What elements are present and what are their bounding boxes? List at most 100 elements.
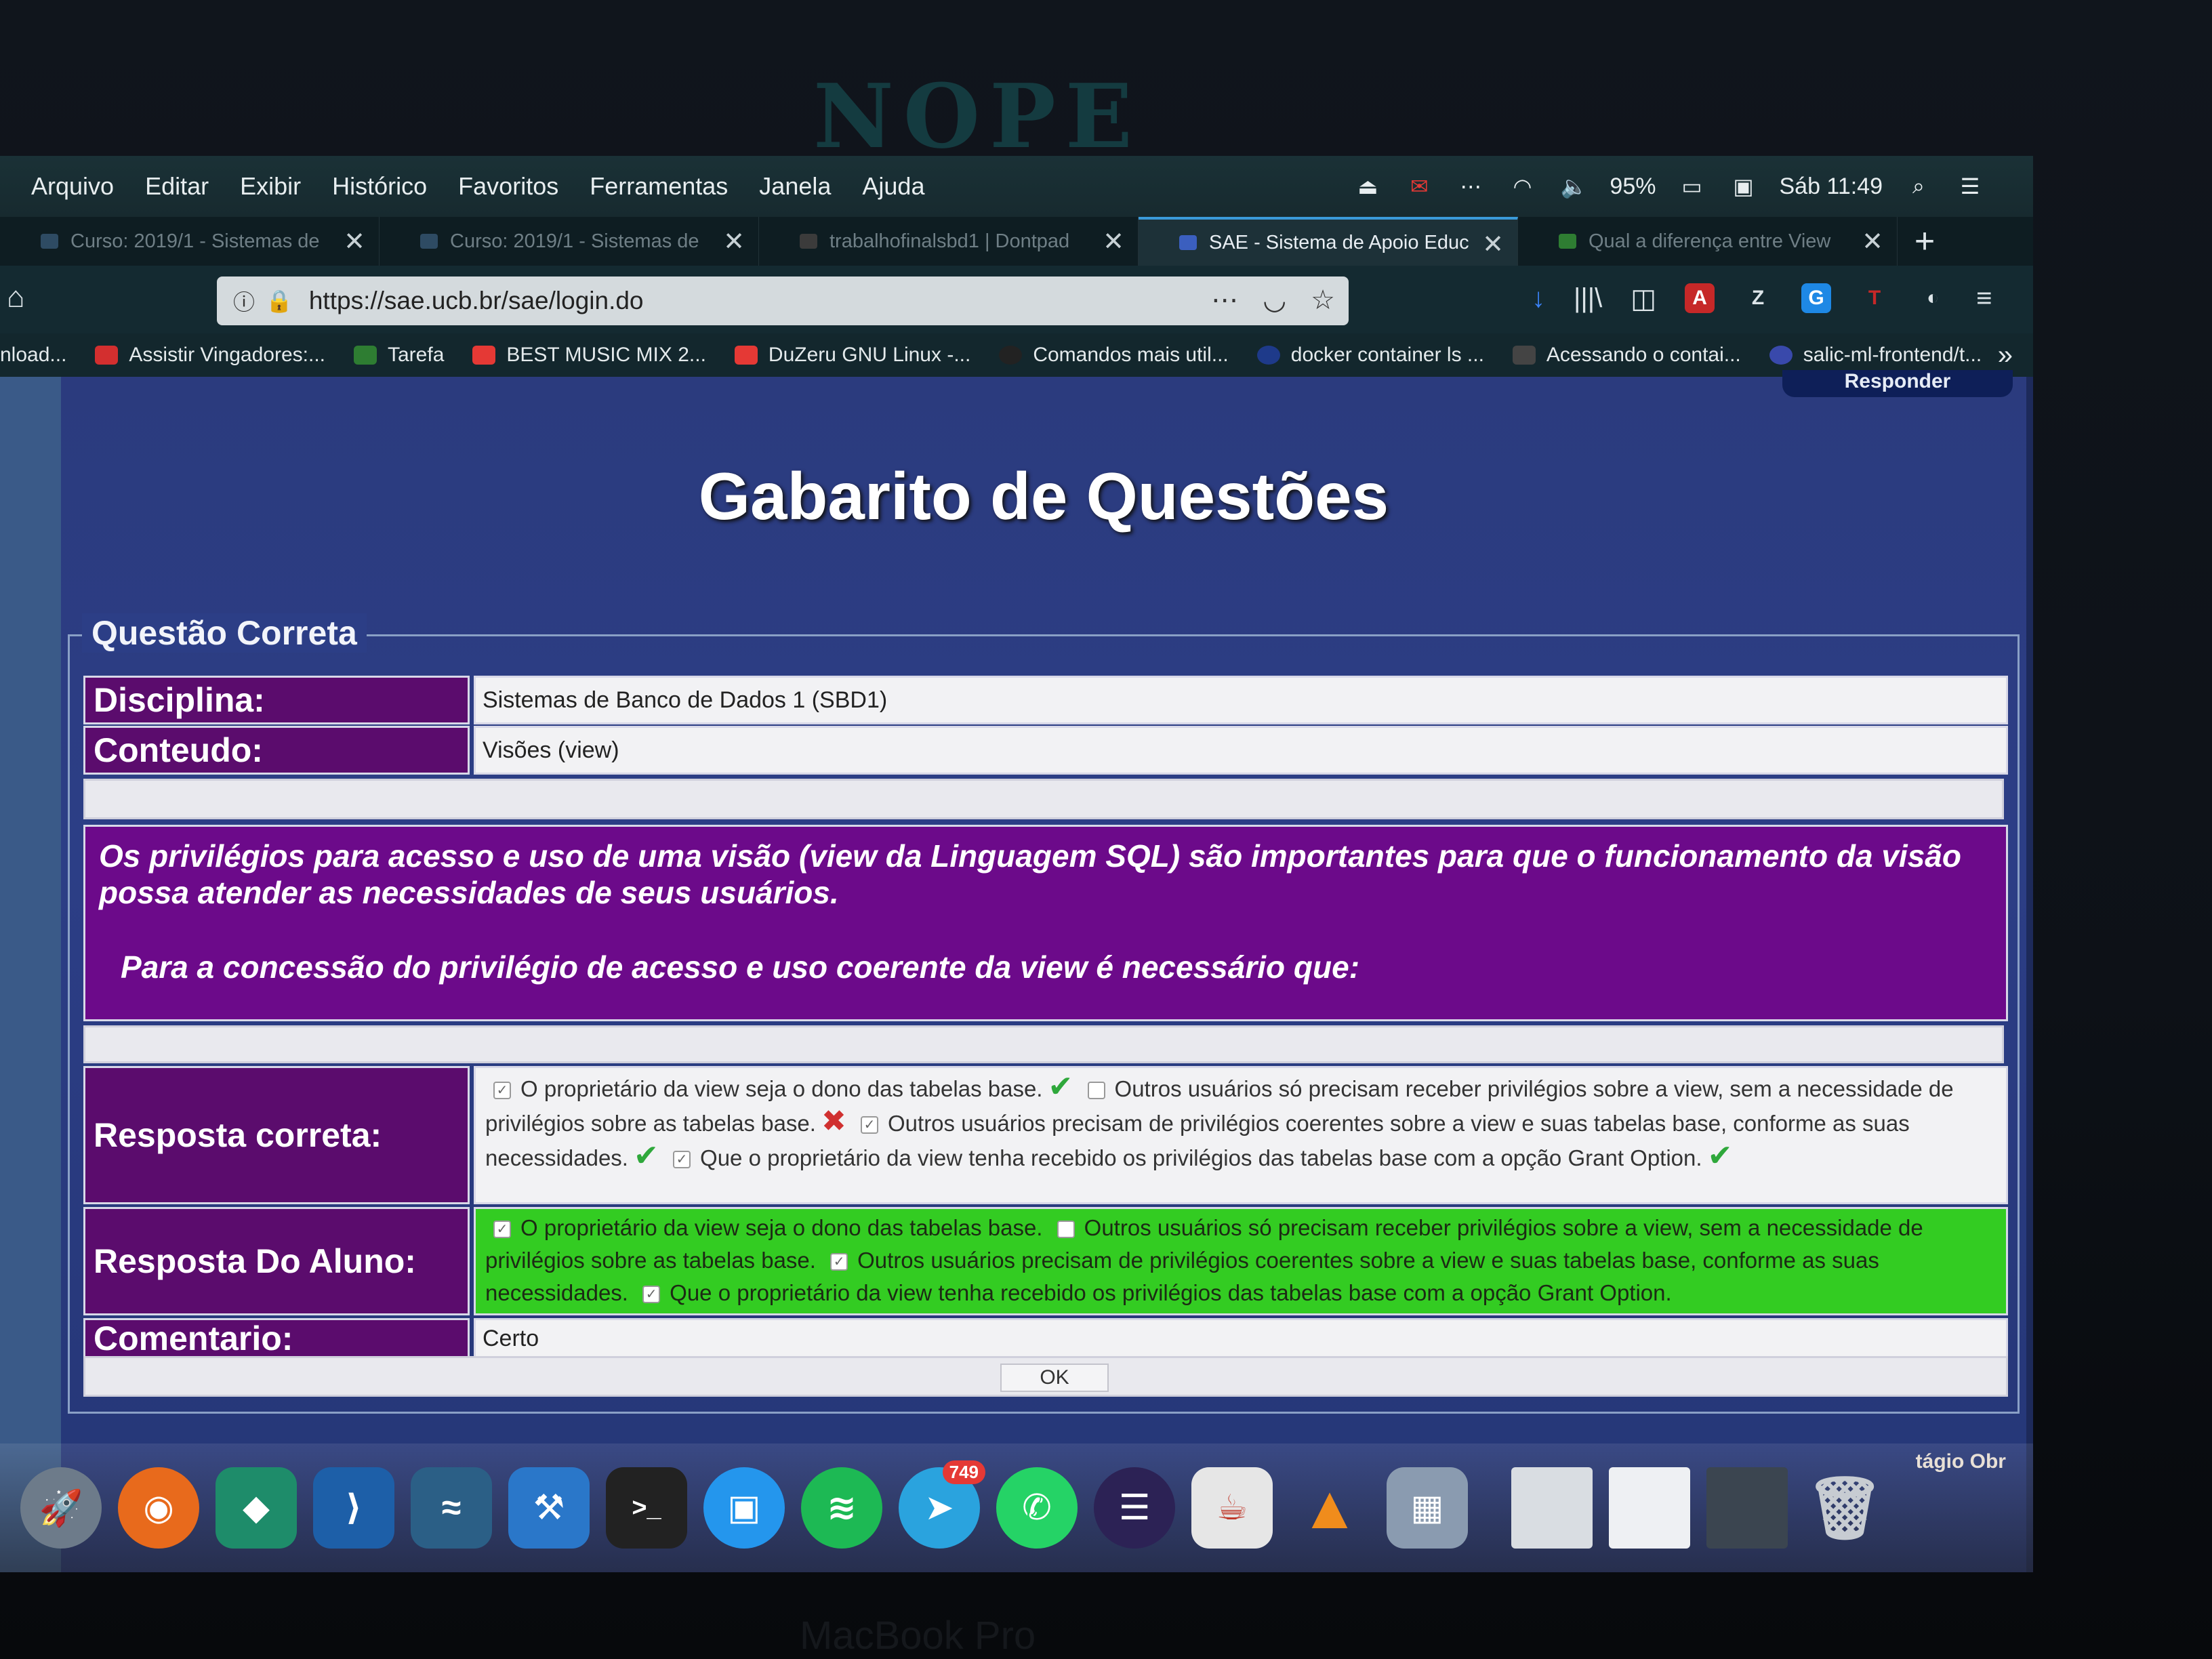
bookmark-item[interactable]: Assistir Vingadores:... xyxy=(95,344,325,367)
clock[interactable]: Sáb 11:49 xyxy=(1779,173,1883,200)
telegram-icon[interactable]: ➤ 749 xyxy=(899,1460,985,1549)
classroom-icon xyxy=(354,346,377,365)
trash-icon[interactable]: 🗑 xyxy=(1804,1467,1885,1549)
mysql-workbench-icon[interactable]: ≈ xyxy=(411,1467,492,1549)
url-bar[interactable]: ⓘ 🔒 https://sae.ucb.br/sae/login.do ⋯ ◡ … xyxy=(217,276,1349,325)
resposta-aluno-value: ✓ O proprietário da view seja o dono das … xyxy=(474,1207,2008,1315)
option-text: Que o proprietário da view tenha recebid… xyxy=(700,1145,1702,1170)
tab-curso-1[interactable]: Curso: 2019/1 - Sistemas de ✕ xyxy=(0,217,380,266)
whatsapp-icon[interactable]: ✆ xyxy=(996,1467,1078,1549)
launchpad-icon[interactable]: 🚀 xyxy=(20,1467,102,1549)
adblock-icon[interactable]: A xyxy=(1685,283,1715,313)
vscode-icon[interactable]: ⟩ xyxy=(313,1467,394,1549)
info-icon[interactable]: ⓘ xyxy=(233,285,255,316)
window-thumb-2-icon[interactable] xyxy=(1609,1467,1690,1549)
menu-ferramentas[interactable]: Ferramentas xyxy=(590,172,728,201)
window-thumb-3-icon[interactable] xyxy=(1706,1467,1788,1549)
menu-historico[interactable]: Histórico xyxy=(332,172,427,201)
close-icon[interactable]: ✕ xyxy=(1862,226,1883,257)
spotify-icon[interactable]: ≋ xyxy=(801,1467,882,1549)
battery-icon[interactable]: ▭ xyxy=(1676,173,1707,199)
screen: Arquivo Editar Exibir Histórico Favorito… xyxy=(0,156,2033,1572)
new-tab-button[interactable]: + xyxy=(1898,217,1952,266)
menu-janela[interactable]: Janela xyxy=(759,172,831,201)
tab-favicon xyxy=(1179,235,1197,250)
lock-icon[interactable]: 🔒 xyxy=(266,288,293,314)
menu-ajuda[interactable]: Ajuda xyxy=(862,172,924,201)
bookmark-item[interactable]: DuZeru GNU Linux -... xyxy=(734,344,970,367)
notification-center-icon[interactable]: ☰ xyxy=(1954,173,1986,199)
docker-icon[interactable]: ▣ xyxy=(703,1467,785,1549)
translate-icon[interactable]: G xyxy=(1801,283,1832,313)
tab-dontpad[interactable]: trabalhofinalsbd1 | Dontpad ✕ xyxy=(759,217,1139,266)
bookmark-item[interactable]: Comandos mais util... xyxy=(999,344,1229,367)
question-fieldset: Questão Correta Disciplina: Sistemas de … xyxy=(68,613,2020,1414)
bookmark-item[interactable]: Tarefa xyxy=(354,344,444,367)
wrong-x-icon: ✖ xyxy=(821,1105,846,1138)
editor-icon[interactable]: ◆ xyxy=(216,1467,297,1549)
option-checkbox xyxy=(1087,1082,1105,1100)
account-icon[interactable]: ◐ xyxy=(1918,283,1948,313)
bookmark-item[interactable]: salic-ml-frontend/t... xyxy=(1769,344,1982,367)
ok-button[interactable]: OK xyxy=(1000,1364,1109,1392)
unread-badge: 749 xyxy=(942,1460,985,1484)
bookmark-item[interactable]: nload... xyxy=(0,344,66,367)
wifi-icon[interactable]: ◠ xyxy=(1507,173,1538,199)
display-icon[interactable]: ▣ xyxy=(1727,173,1759,199)
close-icon[interactable]: ✕ xyxy=(723,226,745,257)
more-icon[interactable]: ⋯ xyxy=(1455,173,1486,199)
status-area: ⏏ ✉ ⋯ ◠ 🔈 95% ▭ ▣ Sáb 11:49 ⌕ ☰ xyxy=(1352,156,1986,217)
bookmark-item[interactable]: BEST MUSIC MIX 2... xyxy=(472,344,706,367)
volume-icon[interactable]: 🔈 xyxy=(1558,173,1589,199)
tab-sae[interactable]: SAE - Sistema de Apoio Educ ✕ xyxy=(1139,217,1518,266)
bookmark-label: docker container ls ... xyxy=(1290,344,1484,366)
eclipse-icon[interactable]: ☰ xyxy=(1094,1467,1175,1549)
java-icon[interactable]: ☕ xyxy=(1191,1467,1273,1549)
menu-favoritos[interactable]: Favoritos xyxy=(458,172,558,201)
tab-label: Qual a diferença entre View xyxy=(1589,230,1831,252)
responder-button[interactable]: Responder xyxy=(1782,370,2013,397)
vlc-icon[interactable]: ▲ xyxy=(1289,1467,1370,1549)
terminal-icon[interactable]: >_ xyxy=(606,1467,687,1549)
close-icon[interactable]: ✕ xyxy=(1482,229,1504,260)
window-thumb-1-icon[interactable] xyxy=(1511,1467,1593,1549)
xcode-icon[interactable]: ⚒ xyxy=(508,1467,590,1549)
conteudo-value: Visões (view) xyxy=(474,726,2008,775)
url-text[interactable]: https://sae.ucb.br/sae/login.do xyxy=(309,287,644,315)
bookmark-item[interactable]: Acessando o contai... xyxy=(1512,344,1741,367)
menu-editar[interactable]: Editar xyxy=(145,172,209,201)
bookmark-label: Acessando o contai... xyxy=(1546,344,1741,366)
hamburger-menu-icon[interactable]: ≡ xyxy=(1976,283,1992,314)
extension-red-icon[interactable]: T xyxy=(1860,283,1889,313)
bezel-logo: NOPE xyxy=(813,64,1142,168)
upload-icon[interactable]: ⏏ xyxy=(1352,173,1383,199)
chevron-right-icon[interactable]: » xyxy=(1998,340,2013,371)
library-icon[interactable]: |||\ xyxy=(1574,283,1602,314)
notification-icon[interactable]: ✉ xyxy=(1404,173,1435,199)
option-checkbox: ✓ xyxy=(642,1286,661,1304)
tab-label: Curso: 2019/1 - Sistemas de xyxy=(70,230,320,252)
bookmark-star-icon[interactable]: ☆ xyxy=(1311,285,1335,316)
pocket-icon[interactable]: ◡ xyxy=(1263,285,1286,316)
sidebar-icon[interactable]: ◫ xyxy=(1631,283,1656,314)
correct-check-icon: ✔ xyxy=(1707,1139,1733,1172)
bookmark-item[interactable]: docker container ls ... xyxy=(1256,344,1484,367)
tab-favicon xyxy=(800,234,817,249)
tab-view-difference[interactable]: Qual a diferença entre View ✕ xyxy=(1518,217,1898,266)
comentario-value: Certo xyxy=(474,1318,2008,1359)
menu-arquivo[interactable]: Arquivo xyxy=(31,172,114,201)
preview-icon[interactable]: ▦ xyxy=(1387,1467,1468,1549)
comentario-row: Comentario: Certo xyxy=(83,1318,2008,1359)
option-checkbox: ✓ xyxy=(493,1221,511,1239)
close-icon[interactable]: ✕ xyxy=(344,226,365,257)
page-actions-icon[interactable]: ⋯ xyxy=(1211,285,1238,316)
firefox-icon[interactable]: ◉ xyxy=(118,1467,199,1549)
battery-percent[interactable]: 95% xyxy=(1610,173,1656,200)
tab-curso-2[interactable]: Curso: 2019/1 - Sistemas de ✕ xyxy=(380,217,759,266)
zotero-icon[interactable]: Z xyxy=(1743,283,1773,313)
menu-exibir[interactable]: Exibir xyxy=(240,172,301,201)
spotlight-search-icon[interactable]: ⌕ xyxy=(1903,173,1934,199)
download-icon[interactable]: ↓ xyxy=(1532,283,1545,314)
home-icon[interactable]: ⌂ xyxy=(7,281,25,314)
close-icon[interactable]: ✕ xyxy=(1103,226,1124,257)
